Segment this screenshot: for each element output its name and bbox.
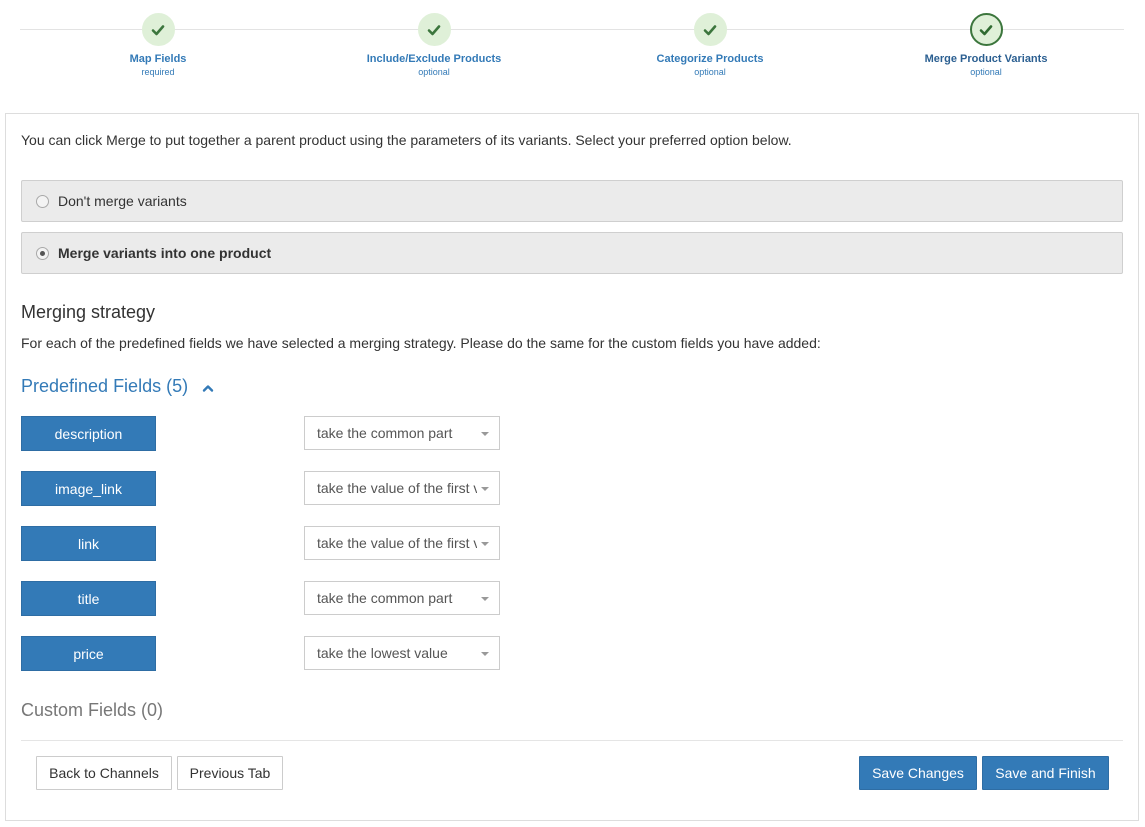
strategy-value: take the common part bbox=[317, 425, 453, 441]
step-subtitle: optional bbox=[418, 67, 450, 77]
predefined-fields-toggle[interactable]: Predefined Fields (5) bbox=[21, 376, 214, 397]
step-title: Categorize Products bbox=[656, 53, 764, 65]
field-button[interactable]: title bbox=[21, 581, 156, 616]
previous-tab-button[interactable]: Previous Tab bbox=[177, 756, 283, 790]
wizard-stepper: Map Fields required Include/Exclude Prod… bbox=[20, 0, 1124, 100]
step-include-exclude[interactable]: Include/Exclude Products optional bbox=[324, 13, 544, 77]
step-categorize[interactable]: Categorize Products optional bbox=[600, 13, 820, 77]
field-button[interactable]: description bbox=[21, 416, 156, 451]
merge-variants-panel: You can click Merge to put together a pa… bbox=[5, 113, 1139, 821]
field-row-link: link take the value of the first variant bbox=[21, 526, 501, 561]
caret-down-icon bbox=[481, 652, 489, 656]
back-to-channels-button[interactable]: Back to Channels bbox=[36, 756, 172, 790]
strategy-select[interactable]: take the value of the first variant bbox=[304, 471, 500, 505]
strategy-value: take the common part bbox=[317, 590, 453, 606]
merging-strategy-description: For each of the predefined fields we hav… bbox=[21, 335, 821, 351]
save-and-finish-button[interactable]: Save and Finish bbox=[982, 756, 1109, 790]
field-button[interactable]: link bbox=[21, 526, 156, 561]
strategy-select[interactable]: take the value of the first variant bbox=[304, 526, 500, 560]
strategy-value: take the lowest value bbox=[317, 645, 448, 661]
chevron-up-icon bbox=[202, 381, 214, 393]
option-label: Merge variants into one product bbox=[58, 245, 272, 261]
step-merge-variants[interactable]: Merge Product Variants optional bbox=[876, 13, 1096, 77]
option-merge-into-one[interactable]: Merge variants into one product bbox=[21, 232, 1123, 274]
custom-fields-toggle[interactable]: Custom Fields (0) bbox=[21, 700, 163, 721]
predefined-fields-title: Predefined Fields (5) bbox=[21, 376, 189, 396]
check-icon bbox=[417, 13, 451, 46]
field-row-image-link: image_link take the value of the first v… bbox=[21, 471, 501, 506]
save-changes-button[interactable]: Save Changes bbox=[859, 756, 977, 790]
field-row-description: description take the common part bbox=[21, 416, 501, 451]
step-title: Merge Product Variants bbox=[924, 53, 1048, 65]
caret-down-icon bbox=[481, 542, 489, 546]
check-icon bbox=[969, 13, 1003, 46]
check-icon bbox=[141, 13, 175, 46]
field-button[interactable]: price bbox=[21, 636, 156, 671]
radio-checked[interactable] bbox=[36, 246, 49, 260]
step-subtitle: optional bbox=[694, 67, 726, 77]
strategy-value: take the value of the first variant bbox=[317, 480, 477, 496]
strategy-value: take the value of the first variant bbox=[317, 535, 477, 551]
strategy-select[interactable]: take the common part bbox=[304, 416, 500, 450]
strategy-select[interactable]: take the common part bbox=[304, 581, 500, 615]
intro-text: You can click Merge to put together a pa… bbox=[21, 132, 792, 148]
caret-down-icon bbox=[481, 487, 489, 491]
step-title: Map Fields bbox=[129, 53, 187, 65]
field-row-title: title take the common part bbox=[21, 581, 501, 616]
option-label: Don't merge variants bbox=[58, 193, 187, 209]
footer-divider bbox=[21, 740, 1123, 741]
caret-down-icon bbox=[481, 597, 489, 601]
caret-down-icon bbox=[481, 432, 489, 436]
step-title: Include/Exclude Products bbox=[366, 53, 502, 65]
field-row-price: price take the lowest value bbox=[21, 636, 501, 671]
field-button[interactable]: image_link bbox=[21, 471, 156, 506]
radio-unchecked[interactable] bbox=[36, 194, 49, 208]
option-dont-merge[interactable]: Don't merge variants bbox=[21, 180, 1123, 222]
step-subtitle: required bbox=[141, 67, 175, 77]
strategy-select[interactable]: take the lowest value bbox=[304, 636, 500, 670]
check-icon bbox=[693, 13, 727, 46]
merging-strategy-title: Merging strategy bbox=[21, 302, 156, 322]
step-subtitle: optional bbox=[970, 67, 1002, 77]
step-map-fields[interactable]: Map Fields required bbox=[48, 13, 268, 77]
